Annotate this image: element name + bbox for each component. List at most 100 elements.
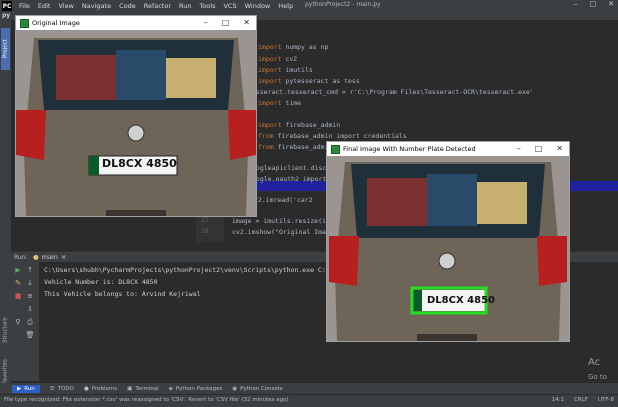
pin-icon[interactable]: ⚲: [14, 318, 22, 326]
python-icon: ●: [33, 253, 39, 261]
code-line: import imutils: [258, 66, 313, 74]
rerun-icon[interactable]: ▶: [14, 266, 22, 274]
maximize-icon[interactable]: □: [222, 18, 230, 27]
bottom-tool-tabs: ▶ Run ☰ TODO ● Problems ▣ Terminal ◈ Python P…: [0, 383, 618, 394]
warning-icon: ●: [83, 385, 89, 392]
minimize-icon[interactable]: –: [517, 144, 521, 153]
tab-python-packages[interactable]: ◈ Python Packages: [169, 386, 223, 392]
file-encoding[interactable]: UTF-8: [598, 397, 614, 403]
car-image: DL8CX 4850: [327, 156, 569, 341]
menu-file[interactable]: File: [15, 2, 34, 10]
minimize-icon[interactable]: –: [574, 0, 578, 8]
window-title: Final Image With Number Plate Detected: [343, 145, 476, 153]
close-icon[interactable]: ✕: [556, 144, 563, 153]
menu-code[interactable]: Code: [115, 2, 140, 10]
code-line: import time: [258, 99, 302, 107]
menu-edit[interactable]: Edit: [34, 2, 55, 10]
menu-vcs[interactable]: VCS: [219, 2, 240, 10]
menu-refactor[interactable]: Refactor: [140, 2, 175, 10]
window-title: Original Image: [32, 19, 80, 27]
menu-run[interactable]: Run: [175, 2, 195, 10]
app-icon: [331, 144, 340, 154]
structure-tool-tab[interactable]: Structure: [1, 310, 10, 350]
terminal-icon: ▣: [127, 385, 133, 392]
code-line: cv2.imshow("Original Imag: [232, 228, 330, 236]
tab-label: Terminal: [135, 385, 159, 392]
run-tab-label: main: [41, 253, 58, 261]
console-line: This Vehicle belongs to: Arvind Kejriwal: [44, 290, 201, 298]
wrench-icon[interactable]: ✎: [14, 279, 22, 287]
print-icon[interactable]: ⎙: [26, 318, 34, 326]
run-toolbar: ▶ ↑ ✎ ↓ ■ ≡ ⇩ ⎙ 🗑 ⚲: [11, 262, 39, 381]
close-icon[interactable]: ✕: [608, 0, 614, 8]
maximize-icon[interactable]: □: [590, 0, 597, 8]
code-line: from firebase_admin import credentials: [258, 132, 407, 140]
tab-run[interactable]: ▶ Run: [12, 384, 40, 393]
car-image: DL8CX 4850: [16, 30, 256, 216]
code-line: import pytesseract as tess: [258, 77, 360, 85]
final-image-window[interactable]: Final Image With Number Plate Detected –…: [326, 141, 570, 342]
tab-label: Problems: [91, 385, 118, 392]
code-line: cv2.imread('car2: [250, 196, 313, 204]
code-line: import cv2: [258, 55, 298, 63]
soft-wrap-icon[interactable]: ≡: [26, 292, 34, 300]
code-line: tesseract.tesseract_cmd = r'C:\Program F…: [248, 88, 534, 96]
minimize-icon[interactable]: –: [204, 18, 208, 27]
status-message[interactable]: File type recognized: File extension *.c…: [4, 397, 289, 403]
line-number: 18: [201, 228, 209, 235]
status-bar: File type recognized: File extension *.c…: [0, 394, 618, 407]
left-tool-stripe: Project Structure Favorites: [0, 20, 11, 386]
pycharm-logo-icon: PC: [2, 1, 12, 11]
tab-problems[interactable]: ● Problems: [84, 386, 117, 392]
watermark-line: Ac: [588, 357, 601, 368]
tab-todo[interactable]: ☰ TODO: [50, 386, 74, 392]
menu-window[interactable]: Window: [241, 2, 275, 10]
window-titlebar[interactable]: Final Image With Number Plate Detected –…: [327, 142, 569, 156]
project-breadcrumb[interactable]: py: [2, 12, 10, 19]
run-icon: ▶: [17, 385, 22, 392]
maximize-icon[interactable]: □: [535, 144, 543, 153]
tab-label: Run: [24, 385, 35, 392]
stop-icon[interactable]: ■: [14, 292, 22, 300]
app-icon: [20, 18, 29, 28]
window-title: pythonProject2 - main.py: [305, 1, 381, 8]
menu-help[interactable]: Help: [274, 2, 297, 10]
menu-bar: PC File Edit View Navigate Code Refactor…: [0, 0, 618, 12]
window-titlebar[interactable]: Original Image – □ ✕: [16, 16, 256, 30]
tab-label: TODO: [57, 385, 74, 392]
tab-label: Python Packages: [175, 385, 223, 392]
run-tab-main[interactable]: ● main ×: [33, 253, 66, 261]
package-icon: ◈: [168, 385, 173, 392]
tab-terminal[interactable]: ▣ Terminal: [127, 386, 158, 392]
tab-label: Python Console: [240, 385, 283, 392]
scroll-to-end-icon[interactable]: ⇩: [26, 305, 34, 313]
line-separator[interactable]: CRLF: [574, 397, 588, 403]
car-photo: [327, 156, 569, 341]
scroll-down-icon[interactable]: ↓: [26, 279, 34, 287]
code-line: oogleapiclient.disc: [252, 164, 327, 172]
code-line: import numpy as np: [258, 43, 329, 51]
plate-text: DL8CX 4850: [427, 295, 495, 306]
python-icon: ◉: [232, 385, 238, 392]
console-line: Vehicle Number is: DL8CX 4850: [44, 278, 158, 286]
run-label: Run:: [14, 254, 28, 261]
code-line: image = imutils.resize(im: [232, 217, 330, 225]
activate-windows-watermark: Ac Go to: [588, 356, 607, 384]
code-line: import firebase_admin: [258, 121, 341, 129]
menu-view[interactable]: View: [54, 2, 77, 10]
close-icon[interactable]: ✕: [243, 18, 250, 27]
project-tool-tab[interactable]: Project: [1, 28, 10, 70]
close-tab-icon[interactable]: ×: [61, 253, 66, 261]
original-image-window[interactable]: Original Image – □ ✕ DL8CX 4850: [15, 15, 257, 217]
window-controls: – □ ✕: [574, 0, 614, 8]
caret-position[interactable]: 14:1: [552, 397, 564, 403]
line-number: 17: [201, 217, 209, 224]
car-photo: [16, 30, 256, 216]
trash-icon[interactable]: 🗑: [26, 331, 35, 339]
list-icon: ☰: [49, 385, 55, 392]
code-line: oogle.oauth2 import: [252, 175, 327, 183]
menu-navigate[interactable]: Navigate: [78, 2, 115, 10]
menu-tools[interactable]: Tools: [195, 2, 219, 10]
tab-python-console[interactable]: ◉ Python Console: [232, 386, 282, 392]
scroll-up-icon[interactable]: ↑: [26, 266, 34, 274]
